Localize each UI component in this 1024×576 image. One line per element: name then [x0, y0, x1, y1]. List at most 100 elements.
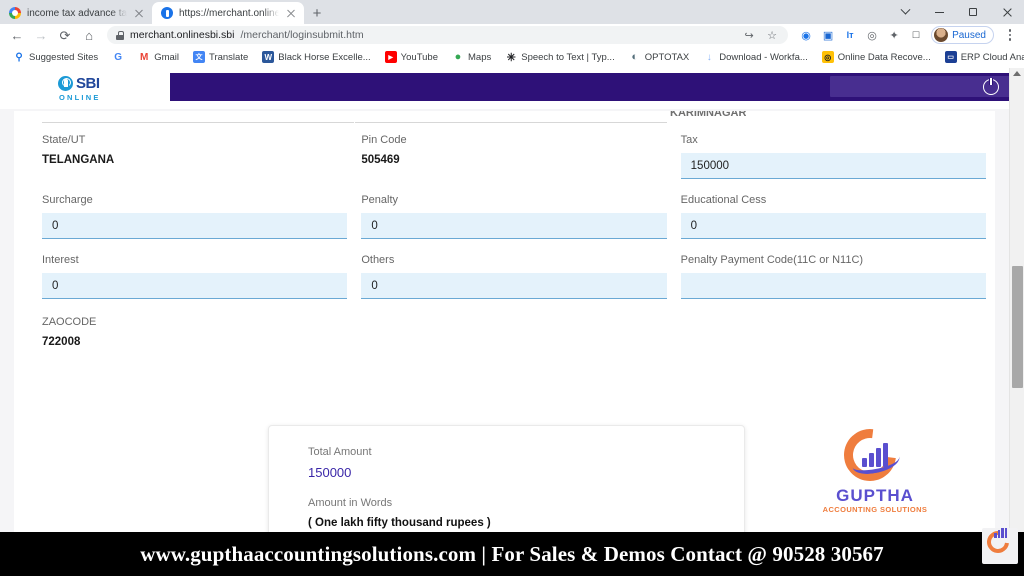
browser-tab-2[interactable]: https://merchant.onlinesbi.sbi/m	[152, 2, 304, 24]
text-format-extension-icon[interactable]: Iᴛ	[843, 28, 857, 42]
download-icon: ↓	[706, 51, 712, 63]
browser-tab-1[interactable]: income tax advance tax payment	[0, 2, 152, 24]
field-label: Interest	[42, 254, 79, 266]
sidepanel-icon[interactable]: □	[909, 28, 923, 42]
bookmark-suggested-sites[interactable]: ⚲ Suggested Sites	[6, 51, 105, 63]
vertical-scrollbar[interactable]	[1009, 68, 1024, 576]
bookmark-maps[interactable]: ● Maps	[445, 51, 498, 63]
guptha-bar-chart-icon	[860, 443, 904, 473]
kebab-menu-icon[interactable]	[1002, 29, 1018, 41]
bookmark-speech-to-text[interactable]: ✳ Speech to Text | Typ...	[498, 51, 621, 64]
clipped-previous-row: KARIMNAGAR	[14, 111, 995, 127]
back-button[interactable]: ←	[6, 25, 28, 45]
sbi-logo-word: SBI	[76, 75, 100, 92]
blue-square-extension-icon[interactable]: ▣	[821, 28, 835, 42]
bookmark-label: Translate	[209, 51, 249, 63]
bookmark-gmail[interactable]: M Gmail	[131, 51, 186, 63]
profile-button[interactable]: Paused	[931, 26, 994, 44]
field-state-ut: State/UT TELANGANA	[42, 133, 347, 179]
profile-status-label: Paused	[952, 29, 986, 41]
bookmark-label: Gmail	[154, 51, 179, 63]
bookmark-optotax[interactable]: ◐ OPTOTAX	[622, 51, 697, 63]
reload-button[interactable]: ⟳	[54, 25, 76, 45]
bookmark-download-workfa[interactable]: ↓ Download - Workfa...	[696, 51, 815, 63]
educational-cess-input[interactable]	[680, 213, 986, 239]
new-tab-button[interactable]: +	[304, 2, 330, 24]
sbi-online-logo[interactable]: SBI ONLINE	[58, 75, 120, 103]
bookmark-google[interactable]: G	[105, 51, 131, 63]
word-doc-icon: W	[262, 51, 275, 63]
field-pin-code: Pin Code 505469	[361, 133, 666, 179]
guptha-logo: GUPTHA ACCOUNTING SOLUTIONS	[819, 418, 931, 515]
form-row: State/UT TELANGANA Pin Code 505469 Tax	[42, 133, 986, 179]
bookmark-label: YouTube	[400, 51, 438, 63]
field-label: State/UT	[42, 134, 86, 146]
header-purple-band	[170, 73, 1024, 101]
bookmark-erp-cloud-analysis[interactable]: ▭ ERP Cloud Analysis	[938, 51, 1024, 63]
power-logout-icon[interactable]	[983, 78, 999, 95]
gray-circle-extension-icon[interactable]: ◎	[865, 28, 879, 42]
field-label: Surcharge	[42, 194, 93, 206]
field-label: Educational Cess	[680, 194, 767, 206]
interest-input[interactable]	[42, 273, 348, 299]
field-penalty: Penalty	[361, 193, 667, 239]
maps-pin-icon: ●	[454, 51, 462, 63]
field-zao-code: ZAOCODE 722008	[42, 315, 348, 361]
close-icon[interactable]	[133, 7, 145, 19]
penalty-payment-code-input[interactable]	[680, 273, 986, 299]
field-label: Tax	[680, 134, 698, 146]
bookmark-label: Suggested Sites	[29, 51, 99, 63]
url-domain: merchant.onlinesbi.sbi	[130, 29, 235, 41]
address-bar[interactable]: merchant.onlinesbi.sbi/merchant/loginsub…	[107, 26, 789, 44]
globe-icon: ◐	[631, 51, 639, 63]
youtube-icon: ▶	[384, 51, 397, 63]
google-icon	[9, 7, 21, 19]
extension-icons: ◉ ▣ Iᴛ ◎ ✦ □ Paused	[795, 26, 1018, 44]
maximize-icon[interactable]	[956, 0, 990, 24]
lock-icon	[116, 30, 124, 40]
close-icon[interactable]	[285, 7, 297, 19]
sbi-site-icon	[161, 7, 173, 19]
scroll-up-arrow-icon[interactable]	[1013, 71, 1021, 76]
form-row: Interest Others Penalty Payment Code(11C…	[42, 253, 986, 299]
page-background: SBI ONLINE KARIMNAGAR State/UT TELANGANA…	[0, 68, 1024, 576]
blue-circle-extension-icon[interactable]: ◉	[799, 28, 813, 42]
home-button[interactable]: ⌂	[78, 25, 100, 45]
bookmark-translate[interactable]: 文 Translate	[186, 51, 255, 63]
puzzle-extensions-icon[interactable]: ✦	[887, 28, 901, 42]
total-amount-label: Total Amount	[308, 446, 372, 458]
page-viewport: SBI ONLINE KARIMNAGAR State/UT TELANGANA…	[0, 68, 1024, 576]
tax-input[interactable]	[680, 153, 986, 179]
close-icon[interactable]	[990, 0, 1024, 24]
total-amount-value: 150000	[308, 465, 352, 480]
scrollbar-thumb[interactable]	[1012, 266, 1023, 388]
url-path: /merchant/loginsubmit.htm	[240, 29, 364, 41]
share-icon[interactable]: ↪	[742, 28, 756, 42]
others-input[interactable]	[361, 273, 667, 299]
site-header: SBI ONLINE	[0, 68, 1024, 109]
clipped-field-underline	[42, 122, 354, 123]
field-label: Others	[361, 254, 395, 266]
penalty-input[interactable]	[361, 213, 667, 239]
field-label: Penalty Payment Code(11C or N11C)	[680, 254, 864, 266]
minimize-icon[interactable]	[922, 0, 956, 24]
bookmark-youtube[interactable]: ▶ YouTube	[378, 51, 445, 63]
field-label: Pin Code	[361, 134, 407, 146]
bookmarks-bar: ⚲ Suggested Sites G M Gmail 文 Translate …	[0, 46, 1024, 68]
field-educational-cess: Educational Cess	[680, 193, 986, 239]
guptha-logo-tagline: ACCOUNTING SOLUTIONS	[822, 505, 928, 514]
forward-button[interactable]: →	[30, 25, 52, 45]
disc-icon: ◎	[821, 51, 834, 63]
surcharge-input[interactable]	[42, 213, 348, 239]
amount-in-words-label: Amount in Words	[308, 497, 393, 509]
browser-toolbar: ← → ⟳ ⌂ merchant.onlinesbi.sbi/merchant/…	[0, 24, 1024, 46]
amount-in-words-value: ( One lakh fifty thousand rupees )	[308, 517, 491, 529]
chevron-down-icon[interactable]	[888, 0, 922, 24]
bookmark-star-icon[interactable]: ☆	[765, 28, 779, 42]
guptha-logo-mark	[833, 418, 912, 492]
field-others: Others	[361, 253, 667, 299]
bookmark-online-data-recovery[interactable]: ◎ Online Data Recove...	[815, 51, 938, 63]
avatar	[934, 28, 949, 42]
form-row: ZAOCODE 722008	[42, 315, 986, 361]
bookmark-black-horse[interactable]: W Black Horse Excelle...	[255, 51, 377, 63]
